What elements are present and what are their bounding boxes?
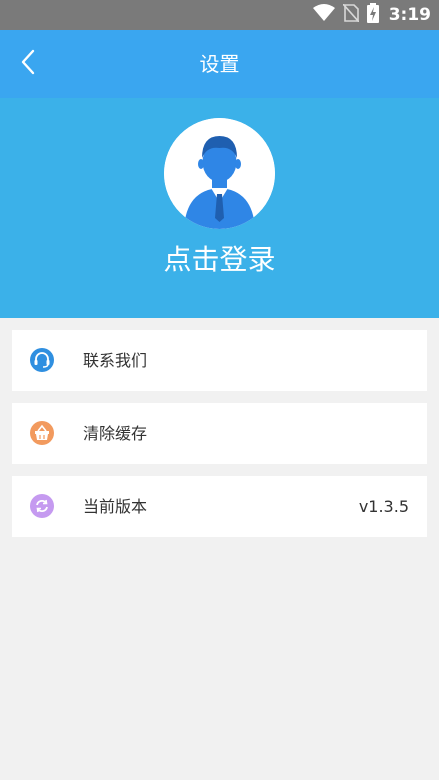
no-sim-icon [342, 3, 360, 26]
status-bar: 3:19 [0, 0, 439, 30]
settings-item-label: 当前版本 [83, 497, 148, 516]
profile-header: 点击登录 [0, 98, 439, 318]
settings-list: 联系我们 清除缓存 当前版本 v1.3.5 [12, 330, 427, 549]
title-bar: 设置 [0, 30, 439, 98]
battery-charging-icon [366, 3, 379, 27]
settings-item-label: 联系我们 [83, 351, 148, 370]
status-icons: 3:19 [312, 0, 431, 30]
wifi-icon [312, 4, 335, 26]
status-time: 3:19 [388, 5, 431, 25]
login-label[interactable]: 点击登录 [0, 238, 439, 278]
user-avatar-icon [164, 118, 275, 229]
avatar[interactable] [164, 118, 275, 229]
settings-item-clear-cache[interactable]: 清除缓存 [12, 403, 427, 464]
settings-item-contact-us[interactable]: 联系我们 [12, 330, 427, 391]
headset-icon [30, 348, 54, 372]
page-title: 设置 [199, 52, 240, 76]
refresh-icon [30, 494, 54, 518]
version-value: v1.3.5 [358, 497, 409, 516]
settings-item-version[interactable]: 当前版本 v1.3.5 [12, 476, 427, 537]
basket-icon [30, 421, 54, 445]
settings-item-label: 清除缓存 [83, 424, 148, 443]
